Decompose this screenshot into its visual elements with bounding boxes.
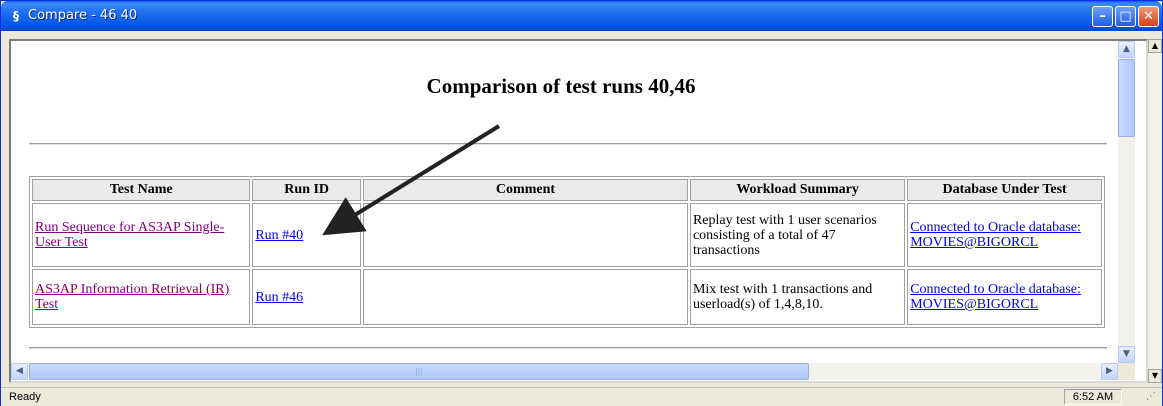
- title-bar[interactable]: § Compare - 46 40 – □ ✕: [1, 1, 1162, 31]
- column-header-database: Database Under Test: [907, 179, 1102, 201]
- column-header-run-id: Run ID: [252, 179, 361, 201]
- comparison-table: Test Name Run ID Comment Workload Summar…: [29, 176, 1105, 328]
- cell-workload: Replay test with 1 user scenarios consis…: [689, 203, 906, 267]
- vertical-scrollbar[interactable]: ▲ ▼: [1118, 41, 1135, 363]
- table-row: AS3AP Information Retrieval (IR) Test Ru…: [32, 269, 1102, 325]
- resize-grip-icon[interactable]: ⋰: [1146, 391, 1156, 402]
- scroll-down-icon[interactable]: ▼: [1118, 346, 1135, 363]
- page-title: Comparison of test runs 40,46: [426, 74, 696, 98]
- status-text: Ready: [9, 391, 41, 403]
- divider: [29, 143, 1107, 145]
- window-scroll-up-icon[interactable]: ▲: [1148, 39, 1162, 53]
- cell-workload: Mix test with 1 transactions and userloa…: [689, 269, 906, 325]
- close-button[interactable]: ✕: [1138, 6, 1159, 27]
- cell-database: Connected to Oracle database: MOVIES@BIG…: [907, 269, 1102, 325]
- divider: [29, 347, 1107, 349]
- column-header-test-name: Test Name: [32, 179, 251, 201]
- column-header-comment: Comment: [363, 179, 688, 201]
- table-row: Run Sequence for AS3AP Single-User Test …: [32, 203, 1102, 267]
- horizontal-scroll-thumb[interactable]: |||: [29, 363, 809, 380]
- scroll-corner: [1118, 363, 1135, 380]
- run-id-link[interactable]: Run #46: [255, 290, 303, 305]
- vertical-scroll-thumb[interactable]: [1118, 59, 1135, 137]
- test-name-link[interactable]: Run Sequence for AS3AP Single-User Test: [35, 220, 224, 250]
- test-name-link[interactable]: AS3AP Information Retrieval (IR) Test: [35, 282, 229, 312]
- window-vertical-scrollbar[interactable]: ▲ ▼: [1148, 39, 1162, 383]
- cell-test-name: AS3AP Information Retrieval (IR) Test: [32, 269, 251, 325]
- scroll-up-icon[interactable]: ▲: [1118, 41, 1135, 58]
- cell-comment: [363, 269, 688, 325]
- minimize-button[interactable]: –: [1092, 6, 1113, 27]
- scroll-right-icon[interactable]: ▶: [1101, 363, 1118, 380]
- app-icon: §: [13, 9, 19, 23]
- status-bar: Ready 6:52 AM ⋰: [1, 387, 1162, 406]
- run-id-link[interactable]: Run #40: [255, 228, 303, 243]
- column-header-workload: Workload Summary: [689, 179, 906, 201]
- horizontal-scrollbar[interactable]: ◀ ||| ▶: [11, 363, 1118, 380]
- window-title: Compare - 46 40: [28, 8, 138, 23]
- status-clock: 6:52 AM: [1064, 389, 1122, 405]
- compare-window: § Compare - 46 40 – □ ✕ Comparison of te…: [0, 0, 1163, 406]
- table-header-row: Test Name Run ID Comment Workload Summar…: [32, 179, 1102, 201]
- database-link[interactable]: Connected to Oracle database: MOVIES@BIG…: [910, 220, 1081, 250]
- report-pane: Comparison of test runs 40,46 Test Name …: [9, 39, 1148, 383]
- cell-database: Connected to Oracle database: MOVIES@BIG…: [907, 203, 1102, 267]
- cell-test-name: Run Sequence for AS3AP Single-User Test: [32, 203, 251, 267]
- scroll-left-icon[interactable]: ◀: [11, 363, 28, 380]
- cell-run-id: Run #46: [252, 269, 361, 325]
- cell-run-id: Run #40: [252, 203, 361, 267]
- window-scroll-down-icon[interactable]: ▼: [1148, 369, 1162, 383]
- database-link[interactable]: Connected to Oracle database: MOVIES@BIG…: [910, 282, 1081, 312]
- maximize-button[interactable]: □: [1115, 6, 1136, 27]
- cell-comment: [363, 203, 688, 267]
